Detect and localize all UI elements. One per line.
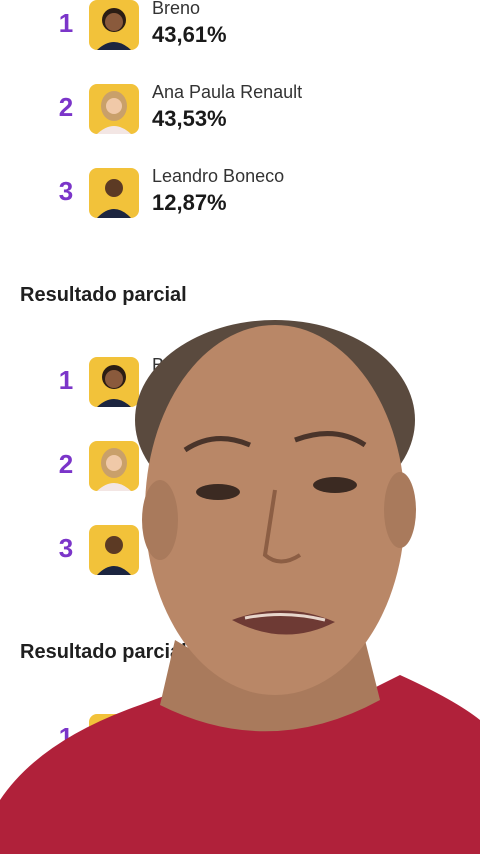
avatar-breno: [89, 714, 139, 764]
candidate-percent: 12,87%: [152, 190, 227, 215]
result-row: 3: [0, 525, 480, 585]
result-row: 1 Breno 4: [0, 355, 480, 417]
rank-number: 3: [58, 533, 74, 563]
avatar-leandro: [89, 525, 139, 575]
avatar-breno: [89, 0, 139, 50]
avatar-breno: [89, 357, 139, 407]
rank-number: 1: [58, 722, 74, 752]
candidate-name: Breno: [152, 355, 201, 375]
result-row: 1 Breno 43,61%: [0, 0, 480, 60]
rank-number: 2: [58, 449, 74, 479]
avatar-ana-paula: [89, 441, 139, 491]
section-title: Resultado parcial: [20, 641, 187, 663]
candidate-name: Leandro Boneco: [152, 166, 285, 186]
candidate-name: Breno: [152, 0, 201, 18]
avatar-leandro: [89, 168, 139, 218]
candidate-percent: 4: [152, 379, 165, 404]
rank-number: 3: [58, 176, 74, 206]
result-row: 2: [0, 441, 480, 501]
result-row: 3 Leandro Boneco 12,87%: [0, 166, 480, 228]
avatar-ana-paula: [89, 84, 139, 134]
result-row: 2 Ana Paula Renault 43,53%: [0, 82, 480, 144]
rank-number: 1: [58, 365, 74, 395]
candidate-name: Ana Paula Renault: [152, 82, 303, 102]
rank-number: 2: [58, 92, 74, 122]
candidate-percent: 43,61%: [152, 22, 227, 47]
result-row: 1: [0, 714, 480, 774]
rank-number: 1: [58, 8, 74, 38]
candidate-percent: 43,53%: [152, 106, 227, 131]
section-title: Resultado parcial: [20, 284, 187, 306]
